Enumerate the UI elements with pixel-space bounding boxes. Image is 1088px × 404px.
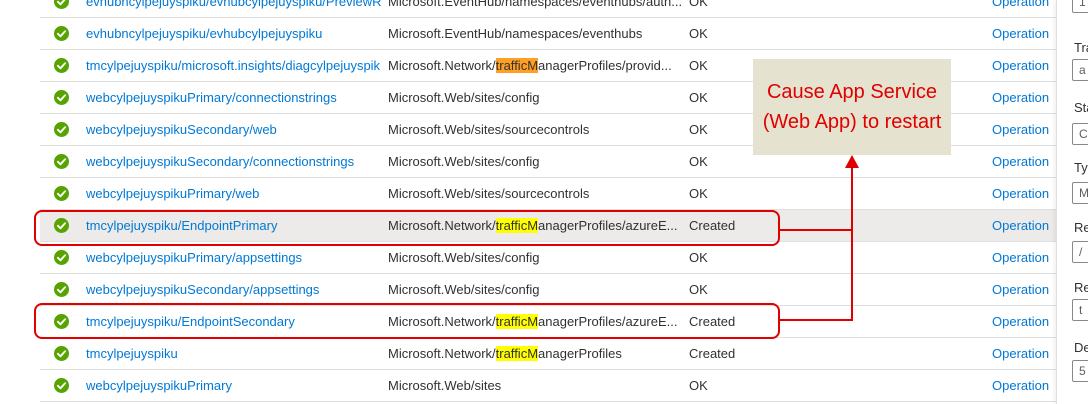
callout-text: Cause App Service (Web App) to restart bbox=[762, 81, 942, 133]
annotation-callout: Cause App Service (Web App) to restart bbox=[753, 59, 951, 155]
